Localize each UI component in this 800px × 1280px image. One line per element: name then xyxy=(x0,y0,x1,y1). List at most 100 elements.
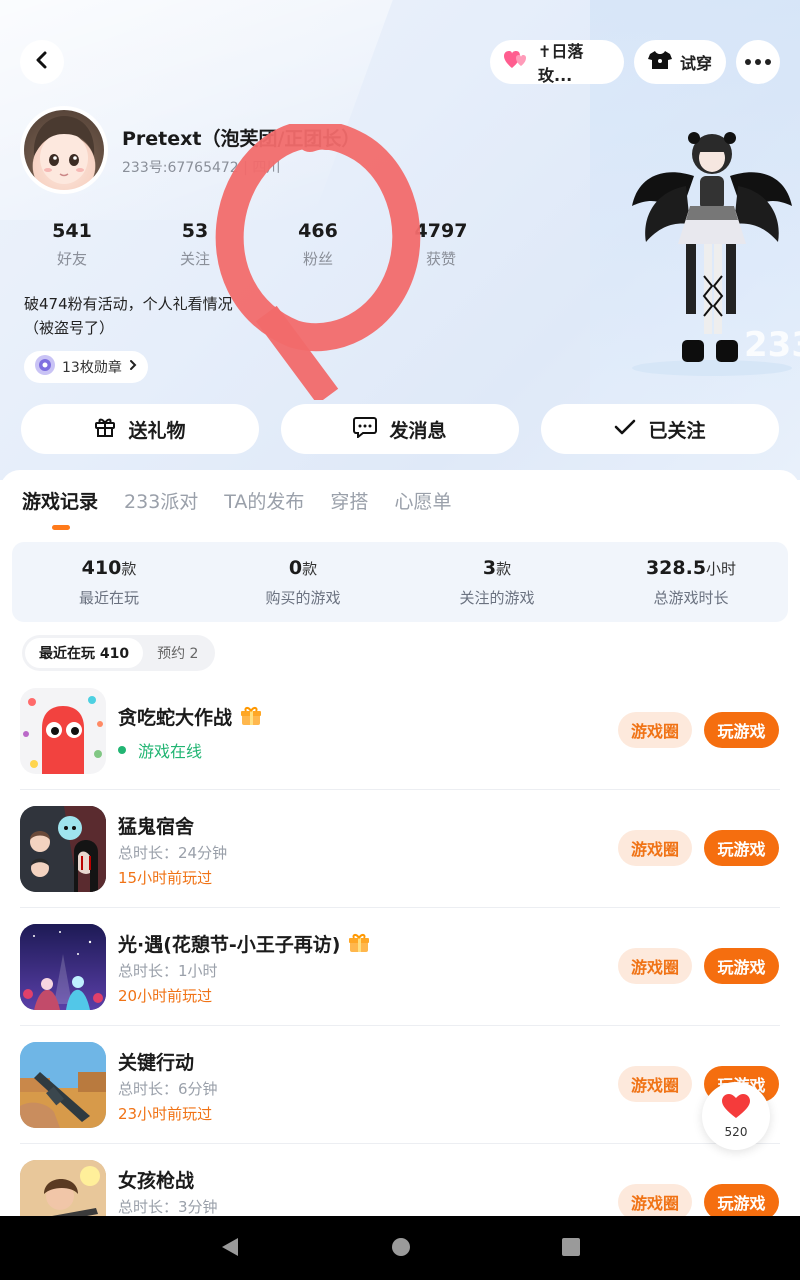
relationship-pill[interactable]: ✝日落玫... xyxy=(490,40,624,85)
gift-box-icon xyxy=(348,933,370,952)
summary-followed[interactable]: 3款 关注的游戏 xyxy=(400,542,594,622)
send-message-button[interactable]: 发消息 xyxy=(281,404,519,454)
summary-value: 328.5 xyxy=(645,557,707,579)
filter-reserved[interactable]: 预约 2 xyxy=(143,638,212,668)
game-duration: 总时长：6分钟 xyxy=(118,1080,218,1098)
game-circle-button[interactable]: 游戏圈 xyxy=(618,948,692,984)
game-last-played: 15小时前玩过 xyxy=(118,869,213,887)
game-circle-button[interactable]: 游戏圈 xyxy=(618,1184,692,1216)
online-label: 游戏在线 xyxy=(138,742,203,761)
summary-label: 最近在玩 xyxy=(78,589,139,607)
like-button[interactable]: 520 xyxy=(702,1082,770,1150)
summary-unit: 款 xyxy=(121,560,137,578)
gift-box-icon xyxy=(240,706,262,725)
summary-value: 0 xyxy=(288,557,303,579)
game-circle-button[interactable]: 游戏圈 xyxy=(618,712,692,748)
game-icon-sky xyxy=(20,924,106,1010)
play-game-button[interactable]: 玩游戏 xyxy=(704,948,779,984)
chevron-left-icon xyxy=(33,51,51,73)
summary-playtime[interactable]: 328.5小时 总游戏时长 xyxy=(594,542,788,622)
send-gift-button[interactable]: 送礼物 xyxy=(21,404,259,454)
filter-recent[interactable]: 最近在玩 410 xyxy=(25,638,144,668)
game-summary: 410款 最近在玩 0款 购买的游戏 3款 关注的游戏 328.5小时 总游戏时… xyxy=(12,542,788,622)
more-button[interactable] xyxy=(736,40,780,84)
like-count: 520 xyxy=(724,1125,748,1139)
summary-value: 3 xyxy=(482,557,497,579)
game-circle-button[interactable]: 游戏圈 xyxy=(618,1066,692,1102)
summary-label: 购买的游戏 xyxy=(265,589,341,607)
user-avatar[interactable] xyxy=(20,106,108,194)
play-game-button[interactable]: 玩游戏 xyxy=(704,830,779,866)
following-label: 已关注 xyxy=(648,419,706,442)
summary-unit: 款 xyxy=(496,560,512,578)
platform-watermark: 233 xyxy=(744,325,800,365)
play-game-button[interactable]: 玩游戏 xyxy=(704,1184,779,1216)
profile-tabs: 游戏记录 233派对 TA的发布 穿搭 心愿单 xyxy=(22,487,451,514)
chevron-right-icon xyxy=(128,359,138,375)
back-button[interactable] xyxy=(20,40,64,84)
game-row[interactable]: 光·遇(花憩节-小王子再访) 总时长：1小时 20小时前玩过 游戏圈 玩游戏 xyxy=(0,908,800,1026)
game-title: 光·遇(花憩节-小王子再访) xyxy=(118,930,370,957)
double-heart-icon xyxy=(504,50,530,74)
game-last-played: 23小时前玩过 xyxy=(118,1105,213,1123)
nav-recents-icon[interactable] xyxy=(560,1236,582,1262)
game-duration: 总时长：3分钟 xyxy=(118,1198,218,1216)
game-row[interactable]: 关键行动 总时长：6分钟 23小时前玩过 游戏圈 玩游戏 xyxy=(0,1026,800,1144)
game-title: 女孩枪战 xyxy=(118,1170,195,1192)
game-row[interactable]: 猛鬼宿舍 总时长：24分钟 15小时前玩过 游戏圈 玩游戏 xyxy=(0,790,800,908)
stat-label: 好友 xyxy=(56,250,87,268)
stat-value: 541 xyxy=(52,220,92,242)
tab-wishlist[interactable]: 心愿单 xyxy=(394,487,451,514)
game-title: 关键行动 xyxy=(118,1052,195,1074)
try-on-label: 试穿 xyxy=(680,54,713,73)
game-title: 贪吃蛇大作战 xyxy=(118,703,262,730)
summary-purchased[interactable]: 0款 购买的游戏 xyxy=(206,542,400,622)
online-dot-icon xyxy=(118,746,126,754)
tab-outfits[interactable]: 穿搭 xyxy=(330,487,368,514)
try-on-button[interactable]: 试穿 xyxy=(634,40,726,84)
game-row[interactable]: 贪吃蛇大作战 游戏在线 游戏圈 玩游戏 xyxy=(0,672,800,790)
send-gift-label: 送礼物 xyxy=(128,419,186,442)
heart-icon xyxy=(721,1093,751,1123)
summary-label: 总游戏时长 xyxy=(653,589,729,607)
game-icon-critical-ops xyxy=(20,1042,106,1128)
summary-unit: 款 xyxy=(302,560,318,578)
game-row[interactable]: 女孩枪战 总时长：3分钟 游戏圈 玩游戏 xyxy=(0,1144,800,1216)
stat-friends[interactable]: 541 好友 xyxy=(22,220,122,269)
game-name: 贪吃蛇大作战 xyxy=(118,707,233,729)
tab-game-records[interactable]: 游戏记录 xyxy=(22,487,98,514)
relationship-name: ✝日落玫... xyxy=(538,42,584,85)
medal-icon xyxy=(34,354,56,380)
play-game-button[interactable]: 玩游戏 xyxy=(704,712,779,748)
game-duration: 总时长：24分钟 xyxy=(118,844,228,862)
medals-button[interactable]: 13枚勋章 xyxy=(24,351,148,383)
summary-unit: 小时 xyxy=(706,560,737,578)
active-tab-indicator xyxy=(52,525,70,530)
nav-home-icon[interactable] xyxy=(390,1236,412,1262)
send-message-label: 发消息 xyxy=(389,419,447,442)
gift-icon xyxy=(94,416,116,443)
avatar-image xyxy=(24,110,104,190)
game-filter: 最近在玩 410 预约 2 xyxy=(22,635,216,671)
nav-back-icon[interactable] xyxy=(220,1236,240,1262)
online-status: 游戏在线 xyxy=(118,738,202,762)
following-button[interactable]: 已关注 xyxy=(541,404,779,454)
game-icon-snake xyxy=(20,688,106,774)
tshirt-icon xyxy=(648,50,672,74)
red-circle-annotation xyxy=(215,124,421,400)
game-icon-ghost-dorm xyxy=(20,806,106,892)
summary-recent[interactable]: 410款 最近在玩 xyxy=(12,542,206,622)
game-duration: 总时长：1小时 xyxy=(118,962,218,980)
chat-bubble-icon xyxy=(353,416,378,443)
game-name: 光·遇(花憩节-小王子再访) xyxy=(118,934,341,956)
game-title: 猛鬼宿舍 xyxy=(118,816,195,838)
summary-value: 410 xyxy=(81,557,122,579)
system-navigation-bar xyxy=(0,1216,800,1280)
tab-233-party[interactable]: 233派对 xyxy=(124,487,198,514)
avatar-3d-figure: 233 xyxy=(632,132,800,376)
summary-label: 关注的游戏 xyxy=(459,589,535,607)
tab-posts[interactable]: TA的发布 xyxy=(224,487,304,514)
checkmark-icon xyxy=(614,418,636,441)
more-dots-icon xyxy=(745,59,771,65)
game-circle-button[interactable]: 游戏圈 xyxy=(618,830,692,866)
